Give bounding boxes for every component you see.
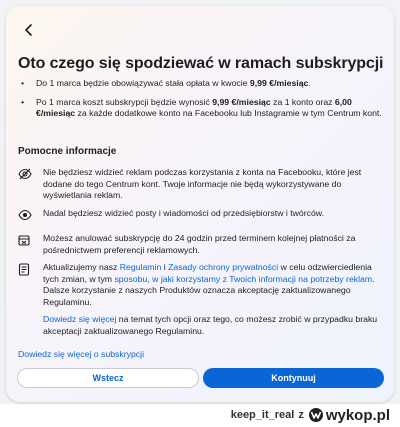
cancel-calendar-icon xyxy=(18,233,43,256)
info-item-terms: Aktualizujemy nasz Regulamin i Zasady oc… xyxy=(18,262,382,308)
dialog-title: Oto czego się spodziewać w ramach subskr… xyxy=(18,55,384,72)
text-span: Aktualizujemy nasz xyxy=(43,262,120,272)
subscription-dialog: Oto czego się spodziewać w ramach subskr… xyxy=(6,6,394,402)
bullet-dot: • xyxy=(21,78,25,88)
terms-learn-more: Dowiedz się więcej na temat tych opcji o… xyxy=(43,314,383,337)
document-icon xyxy=(18,262,43,308)
watermark-site: wykop.pl xyxy=(325,406,390,424)
text-span: za 1 konto oraz xyxy=(270,96,335,107)
info-text: Nie będziesz widzieć reklam podczas korz… xyxy=(43,167,362,201)
back-button[interactable]: Wstecz xyxy=(17,368,199,388)
terms-link[interactable]: Regulamin xyxy=(120,262,162,272)
helpful-info-title: Pomocne informacje xyxy=(18,146,117,157)
watermark-separator: z xyxy=(298,409,304,421)
text-span: za każde dodatkowe konto na Facebooku lu… xyxy=(75,108,382,119)
list-item: • Po 1 marca koszt subskrypcji będzie wy… xyxy=(18,97,384,120)
subscription-learn-more-link[interactable]: Dowiedz się więcej o subskrypcji xyxy=(18,349,144,359)
eye-off-icon xyxy=(18,167,43,202)
info-text: Możesz anulować subskrypcję do 24 godzin… xyxy=(43,233,356,255)
eye-icon xyxy=(18,208,43,225)
price-amount: 9,99 €/miesiąc xyxy=(249,78,309,88)
privacy-policy-link[interactable]: Zasady ochrony prywatności xyxy=(168,262,278,272)
pricing-text-2: Po 1 marca koszt subskrypcji będzie wyno… xyxy=(36,97,384,120)
pricing-text-1: Do 1 marca będzie obowiązywać stała opła… xyxy=(36,78,384,90)
wykop-icon xyxy=(308,408,323,422)
text-span: . xyxy=(308,78,311,88)
info-item-cancel: Możesz anulować subskrypcję do 24 godzin… xyxy=(18,233,382,256)
bullet-dot: • xyxy=(21,96,25,107)
learn-more-link[interactable]: Dowiedz się więcej xyxy=(43,314,116,324)
text-span: Do 1 marca będzie obowiązywać stała opła… xyxy=(36,78,250,88)
info-text: Aktualizujemy nasz Regulamin i Zasady oc… xyxy=(43,262,382,308)
wykop-logo: wykop.pl xyxy=(308,407,390,424)
info-text: Nadal będziesz widzieć posty i wiadomośc… xyxy=(43,208,325,218)
info-item-no-ads: Nie będziesz widzieć reklam podczas korz… xyxy=(18,167,382,202)
back-arrow-button[interactable] xyxy=(20,21,38,39)
watermark: keep_it_real z wykop.pl xyxy=(231,405,390,425)
ads-info-link[interactable]: sposobu, w jaki korzystamy z Twoich info… xyxy=(114,274,372,284)
list-item: • Do 1 marca będzie obowiązywać stała op… xyxy=(18,78,384,90)
chevron-left-icon xyxy=(25,24,32,36)
info-item-posts: Nadal będziesz widzieć posty i wiadomośc… xyxy=(18,208,382,225)
continue-button[interactable]: Kontynuuj xyxy=(203,368,384,388)
text-span: Po 1 marca koszt subskrypcji będzie wyno… xyxy=(36,96,213,107)
pricing-list: • Do 1 marca będzie obowiązywać stała op… xyxy=(18,78,384,127)
watermark-user: keep_it_real xyxy=(230,409,295,421)
price-amount: 9,99 €/miesiąc xyxy=(212,96,271,107)
